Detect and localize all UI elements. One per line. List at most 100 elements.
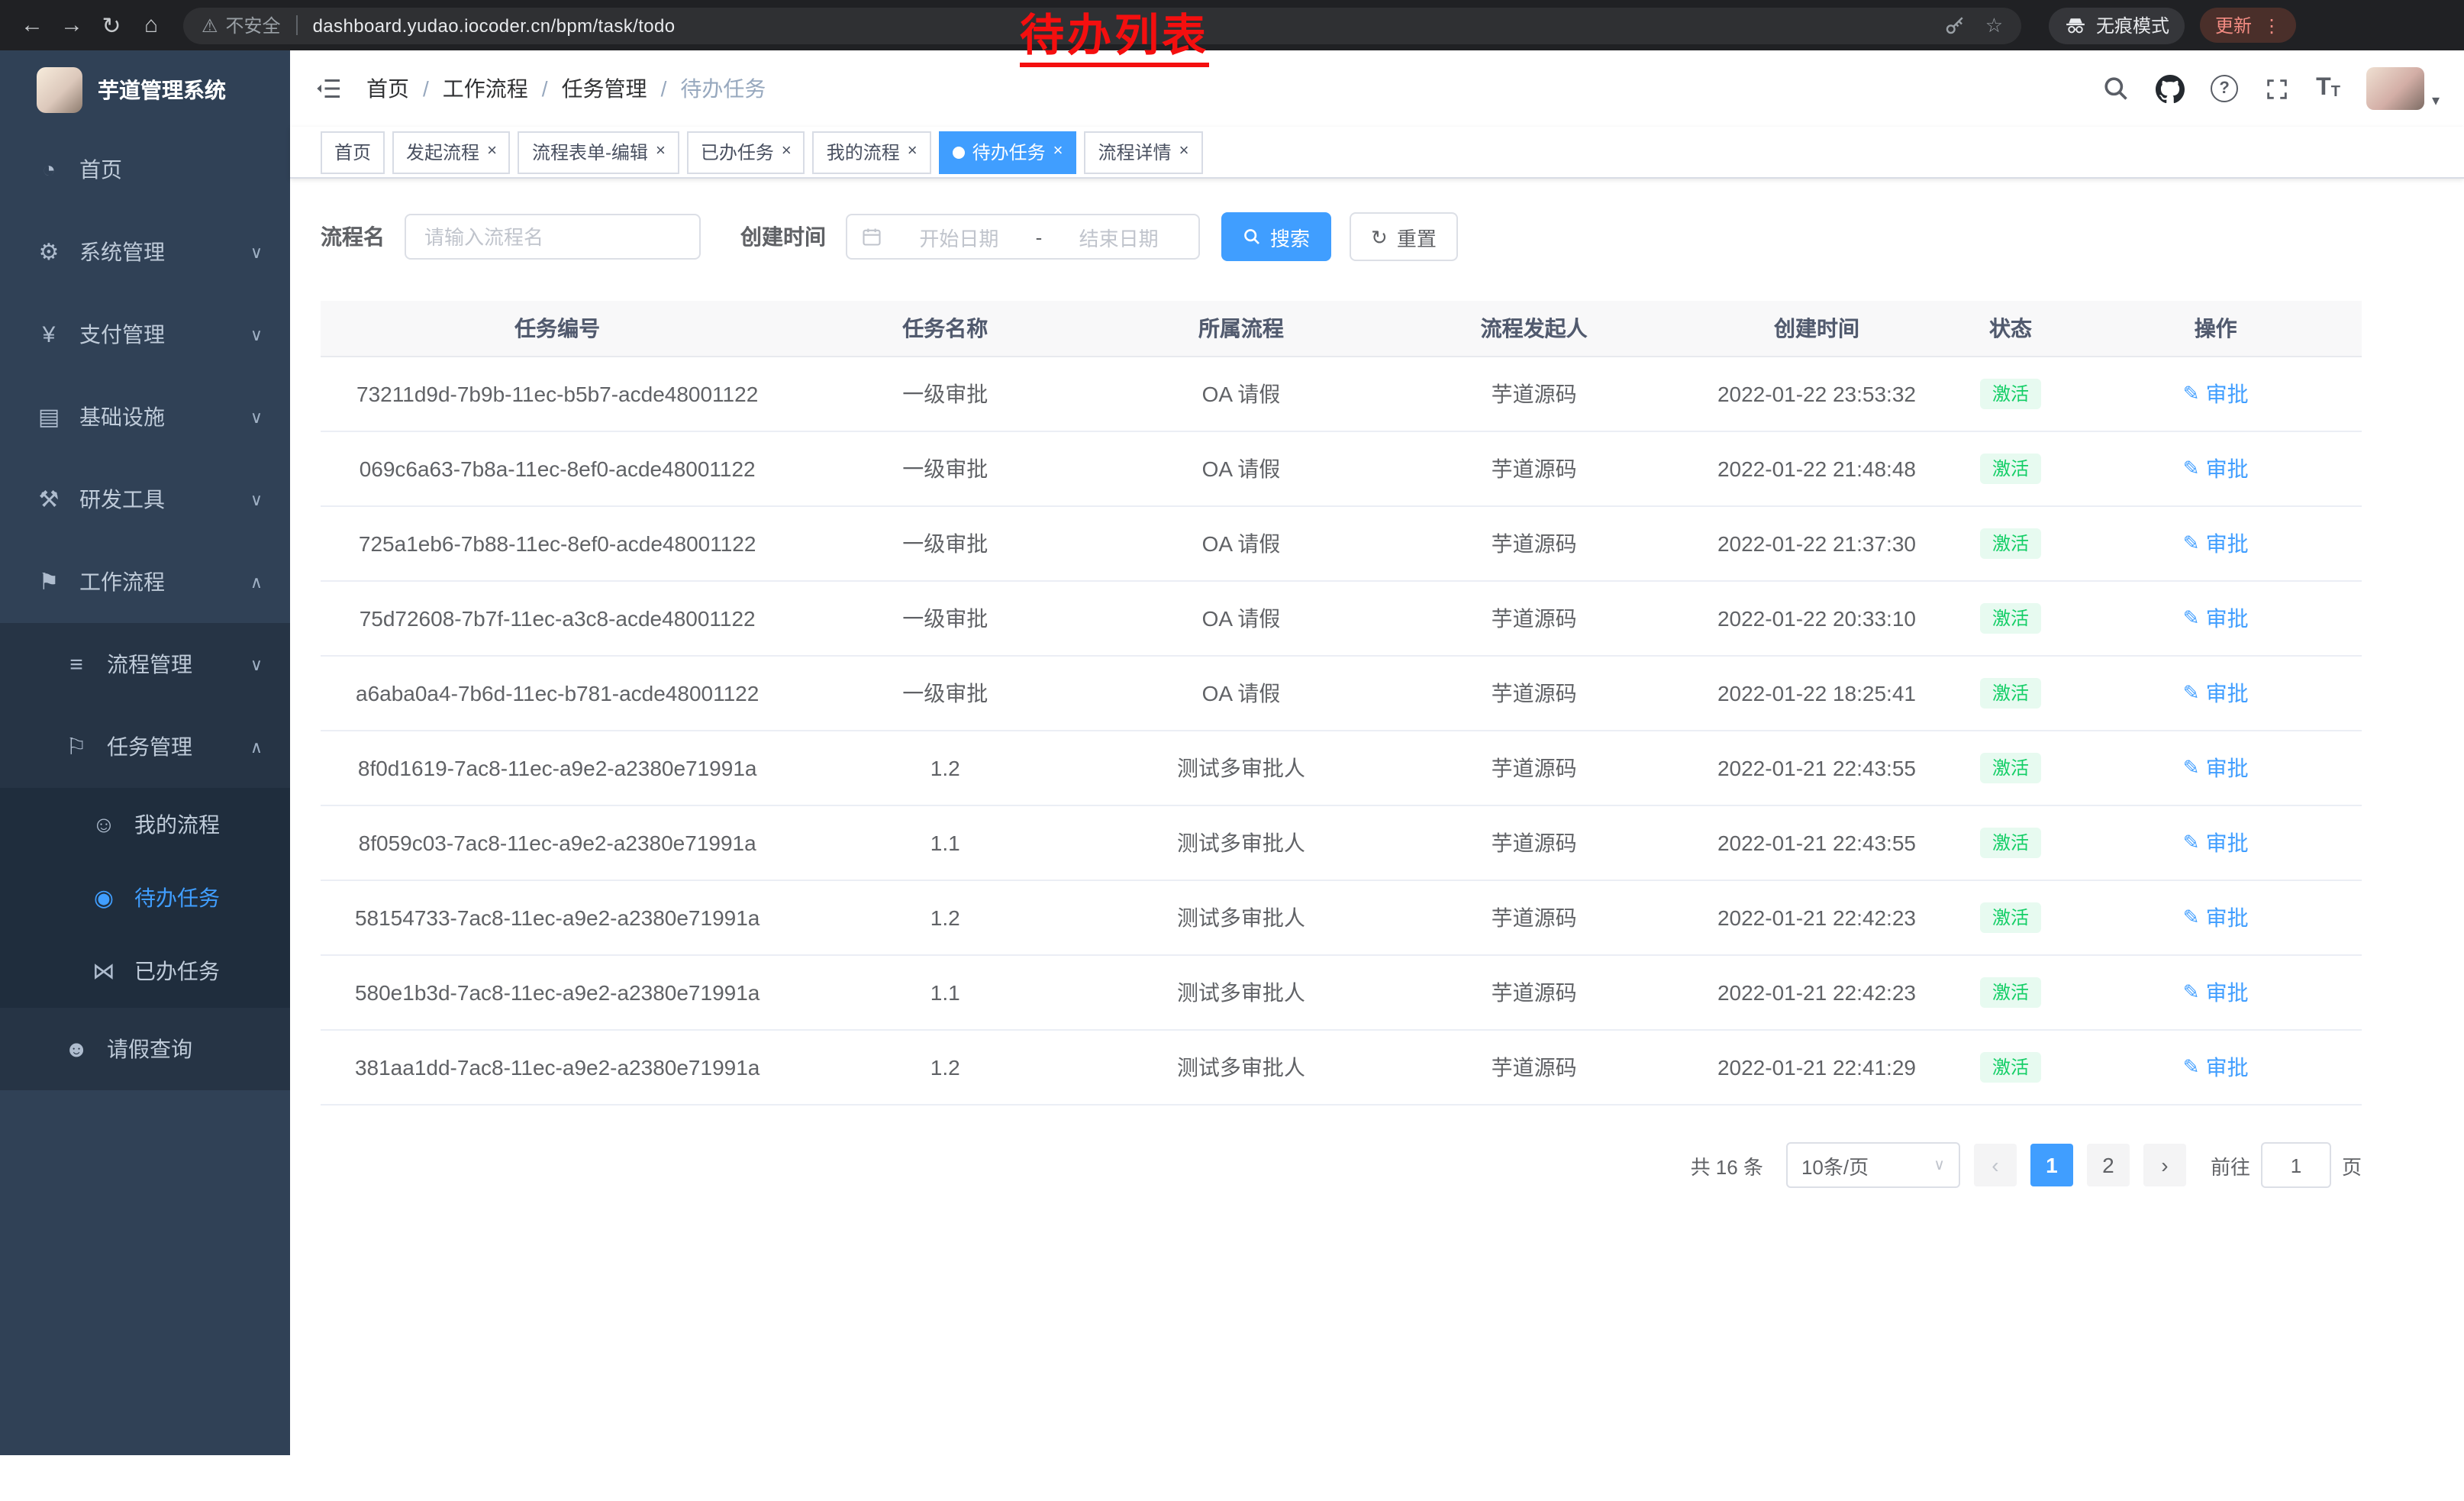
github-icon[interactable]: [2156, 74, 2185, 103]
search-icon[interactable]: [2102, 75, 2130, 102]
status-badge: 激活: [1980, 828, 2041, 858]
reset-button[interactable]: ↻ 重置: [1350, 212, 1458, 261]
breadcrumb-task-management[interactable]: 任务管理: [562, 73, 647, 104]
sidebar-item-label: 研发工具: [79, 484, 165, 515]
close-icon[interactable]: ×: [908, 144, 918, 160]
help-icon[interactable]: ?: [2211, 75, 2238, 102]
page-button-1[interactable]: 1: [2030, 1144, 2073, 1186]
user-icon: ☻: [61, 1036, 92, 1062]
browser-back-icon[interactable]: ←: [12, 5, 52, 45]
close-icon[interactable]: ×: [1053, 144, 1063, 160]
sidebar-item-dev-tools[interactable]: ⚒ 研发工具 ∨: [0, 458, 290, 541]
goto-unit-label: 页: [2342, 1151, 2362, 1180]
url-text[interactable]: dashboard.yudao.iocoder.cn/bpm/task/todo: [313, 15, 676, 36]
create-time-label: 创建时间: [740, 221, 826, 252]
breadcrumb-home[interactable]: 首页: [366, 73, 409, 104]
approve-button[interactable]: ✎审批: [2183, 977, 2249, 1008]
tab-start-process[interactable]: 发起流程 ×: [392, 131, 511, 173]
app-logo[interactable]: 芋道管理系统: [0, 50, 290, 128]
close-icon[interactable]: ×: [782, 144, 792, 160]
date-separator: -: [1036, 225, 1043, 248]
sidebar-item-system-management[interactable]: ⚙ 系统管理 ∨: [0, 211, 290, 293]
close-icon[interactable]: ×: [656, 144, 666, 160]
list-icon: ≡: [61, 651, 92, 677]
process-name-input[interactable]: [405, 214, 701, 260]
browser-reload-icon[interactable]: ↻: [92, 5, 131, 45]
breadcrumb-workflow[interactable]: 工作流程: [443, 73, 528, 104]
end-date-placeholder[interactable]: 结束日期: [1053, 222, 1185, 251]
update-button[interactable]: 更新 ⋮: [2200, 8, 2296, 43]
tags-view-bar: 首页 发起流程 × 流程表单-编辑 × 已办任务 × 我的流程 ×: [290, 127, 2464, 179]
tab-my-processes[interactable]: 我的流程 ×: [813, 131, 931, 173]
status-badge: 激活: [1980, 977, 2041, 1008]
sidebar-item-process-management[interactable]: ≡ 流程管理 ∨: [0, 623, 290, 705]
eye-icon: ◉: [89, 884, 119, 912]
search-button[interactable]: 搜索: [1221, 212, 1331, 261]
sidebar-collapse-icon[interactable]: [314, 75, 342, 102]
chevron-down-icon: ∨: [250, 407, 263, 427]
sidebar-item-my-processes[interactable]: ☺ 我的流程: [0, 788, 290, 861]
cell-task-name: 一级审批: [794, 379, 1096, 409]
prev-page-button[interactable]: ‹: [1974, 1144, 2017, 1186]
next-page-button[interactable]: ›: [2143, 1144, 2186, 1186]
sidebar-item-infrastructure[interactable]: ▤ 基础设施 ∨: [0, 376, 290, 458]
chevron-down-icon: ∨: [250, 242, 263, 262]
key-icon[interactable]: [1944, 14, 1967, 37]
tab-todo-tasks[interactable]: 待办任务 ×: [939, 131, 1077, 173]
page-button-2[interactable]: 2: [2087, 1144, 2130, 1186]
sidebar-item-done-tasks[interactable]: ⋈ 已办任务: [0, 934, 290, 1008]
col-initiator: 流程发起人: [1386, 313, 1682, 344]
tab-process-form-edit[interactable]: 流程表单-编辑 ×: [518, 131, 679, 173]
process-name-label: 流程名: [321, 221, 385, 252]
sidebar-item-label: 工作流程: [79, 567, 165, 597]
browser-menu-dots-icon[interactable]: ⋮: [2262, 15, 2281, 36]
approve-button[interactable]: ✎审批: [2183, 603, 2249, 634]
cell-created: 2022-01-21 22:42:23: [1682, 905, 1952, 930]
cell-created: 2022-01-22 21:48:48: [1682, 457, 1952, 481]
sidebar-item-label: 待办任务: [134, 883, 220, 913]
approve-button[interactable]: ✎审批: [2183, 753, 2249, 783]
date-range-picker[interactable]: 开始日期 - 结束日期: [846, 214, 1200, 260]
select-caret-icon: ∨: [1933, 1157, 1945, 1173]
tab-done-tasks[interactable]: 已办任务 ×: [687, 131, 805, 173]
font-size-icon[interactable]: TT: [2316, 76, 2340, 101]
bookmark-star-icon[interactable]: ☆: [1985, 13, 2003, 37]
sidebar-item-leave-query[interactable]: ☻ 请假查询: [0, 1008, 290, 1090]
fullscreen-icon[interactable]: [2264, 76, 2290, 102]
tab-home[interactable]: 首页: [321, 131, 385, 173]
page-size-select[interactable]: 10条/页 ∨: [1786, 1142, 1960, 1188]
edit-icon: ✎: [2183, 382, 2200, 406]
sidebar-item-task-management[interactable]: ⚐ 任务管理 ∧: [0, 705, 290, 788]
approve-button[interactable]: ✎审批: [2183, 454, 2249, 484]
breadcrumb-separator: /: [542, 76, 548, 101]
user-avatar[interactable]: ▾: [2366, 67, 2440, 110]
approve-button[interactable]: ✎审批: [2183, 379, 2249, 409]
screen: ← → ↻ ⌂ ⚠ 不安全 dashboard.yudao.iocoder.cn…: [0, 0, 2464, 1501]
sidebar-item-home[interactable]: ◔ 首页: [0, 128, 290, 211]
sidebar-item-todo-tasks[interactable]: ◉ 待办任务: [0, 861, 290, 934]
approve-button[interactable]: ✎审批: [2183, 1052, 2249, 1083]
tab-process-detail[interactable]: 流程详情 ×: [1085, 131, 1203, 173]
security-chip[interactable]: ⚠ 不安全: [202, 12, 281, 38]
sidebar-item-payment-management[interactable]: ¥ 支付管理 ∨: [0, 293, 290, 376]
sidebar-item-workflow[interactable]: ⚑ 工作流程 ∧: [0, 541, 290, 623]
done-tasks-icon: ⋈: [89, 957, 119, 985]
table-row: 381aa1dd-7ac8-11ec-a9e2-a2380e71991a 1.2…: [321, 1031, 2362, 1106]
start-date-placeholder[interactable]: 开始日期: [893, 222, 1025, 251]
approve-button[interactable]: ✎审批: [2183, 678, 2249, 709]
close-icon[interactable]: ×: [1179, 144, 1189, 160]
cell-process: OA 请假: [1096, 603, 1386, 634]
status-badge: 激活: [1980, 753, 2041, 783]
approve-button[interactable]: ✎审批: [2183, 828, 2249, 858]
close-icon[interactable]: ×: [487, 144, 497, 160]
gear-icon: ⚙: [34, 238, 64, 266]
browser-home-icon[interactable]: ⌂: [131, 5, 171, 45]
approve-button[interactable]: ✎审批: [2183, 902, 2249, 933]
browser-forward-icon[interactable]: →: [52, 5, 92, 45]
sidebar-item-label: 我的流程: [134, 809, 220, 840]
table-row: 73211d9d-7b9b-11ec-b5b7-acde48001122 一级审…: [321, 357, 2362, 432]
goto-page-input[interactable]: [2261, 1142, 2331, 1188]
table-header: 任务编号 任务名称 所属流程 流程发起人 创建时间 状态 操作: [321, 301, 2362, 357]
chevron-up-icon: ∧: [250, 572, 263, 592]
approve-button[interactable]: ✎审批: [2183, 528, 2249, 559]
